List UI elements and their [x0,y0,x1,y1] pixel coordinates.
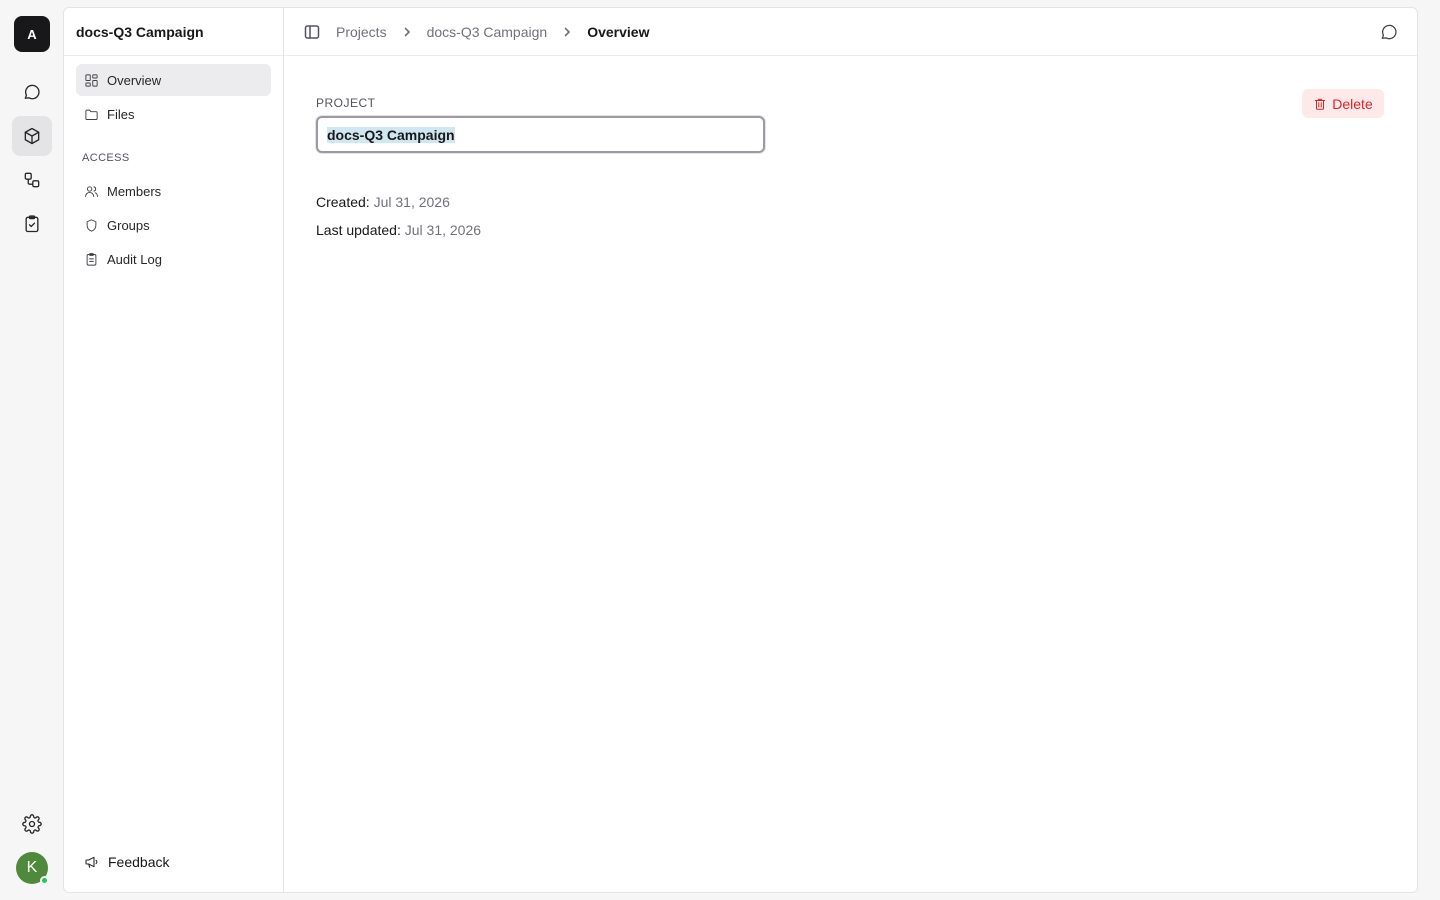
breadcrumb: Projects docs-Q3 Campaign Overview [336,24,649,40]
chat-bubble-icon [1381,24,1397,40]
created-row: Created: Jul 31, 2026 [316,194,450,210]
breadcrumb-projects[interactable]: Projects [336,24,387,40]
created-key: Created: [316,194,370,210]
sidebar-item-overview[interactable]: Overview [76,64,271,96]
chat-nav-button[interactable] [12,72,52,112]
delete-project-button[interactable]: Delete [1302,89,1384,118]
chevron-right-icon [560,25,574,39]
sidebar-item-audit-log[interactable]: Audit Log [76,243,271,275]
project-title: docs-Q3 Campaign [76,24,204,40]
top-bar: Projects docs-Q3 Campaign Overview [284,8,1417,56]
sidebar-item-label: Groups [107,217,150,233]
project-field-label: PROJECT [316,96,376,110]
assistant-chat-button[interactable] [1379,22,1399,42]
breadcrumb-project[interactable]: docs-Q3 Campaign [427,24,548,40]
sidebar-divider [64,55,283,56]
user-avatar[interactable]: K [16,852,49,885]
access-section-label: ACCESS [82,152,130,164]
dashboard-icon [82,71,100,89]
created-value: Jul 31, 2026 [373,194,450,210]
sidebar-item-groups[interactable]: Groups [76,209,271,241]
feedback-button[interactable]: Feedback [76,846,169,878]
users-icon [82,182,100,200]
updated-row: Last updated: Jul 31, 2026 [316,222,481,238]
app-rail: A K [0,0,64,900]
sidebar-toggle-icon [304,24,320,39]
updated-key: Last updated: [316,222,401,238]
megaphone-icon [85,856,98,868]
workflow-icon [24,172,40,188]
project-name-input[interactable] [316,116,765,153]
main-panel: docs-Q3 Campaign Overview Files ACCESS M… [63,7,1418,893]
gear-icon [22,814,42,834]
settings-button[interactable] [12,804,52,844]
avatar-initial: K [26,859,38,876]
feedback-label: Feedback [108,854,170,870]
sidebar-item-label: Files [107,106,135,122]
overview-content: PROJECT Delete Created: Jul 31, 2026 Las… [284,56,1417,892]
sidebar-item-files[interactable]: Files [76,98,271,130]
box-icon [24,127,40,145]
projects-nav-button[interactable] [12,116,52,156]
toggle-sidebar-button[interactable] [304,24,320,40]
chat-icon [24,84,40,100]
sidebar-item-label: Overview [107,72,162,88]
shield-icon [82,216,100,234]
clipboard-check-icon [25,215,39,233]
breadcrumb-current: Overview [587,23,650,40]
folder-icon [82,105,100,123]
sidebar-item-members[interactable]: Members [76,175,271,207]
clipboard-list-icon [82,250,100,268]
sidebar-item-label: Audit Log [107,251,162,267]
online-status-dot [40,876,49,885]
trash-icon [1315,98,1326,110]
tasks-nav-button[interactable] [12,204,52,244]
sidebar-item-label: Members [107,183,162,199]
workspace-logo[interactable]: A [14,16,50,52]
updated-value: Jul 31, 2026 [404,222,482,238]
delete-label: Delete [1332,95,1373,112]
chevron-right-icon [400,25,414,39]
workflows-nav-button[interactable] [12,160,52,200]
project-sidebar: docs-Q3 Campaign Overview Files ACCESS M… [64,8,284,892]
